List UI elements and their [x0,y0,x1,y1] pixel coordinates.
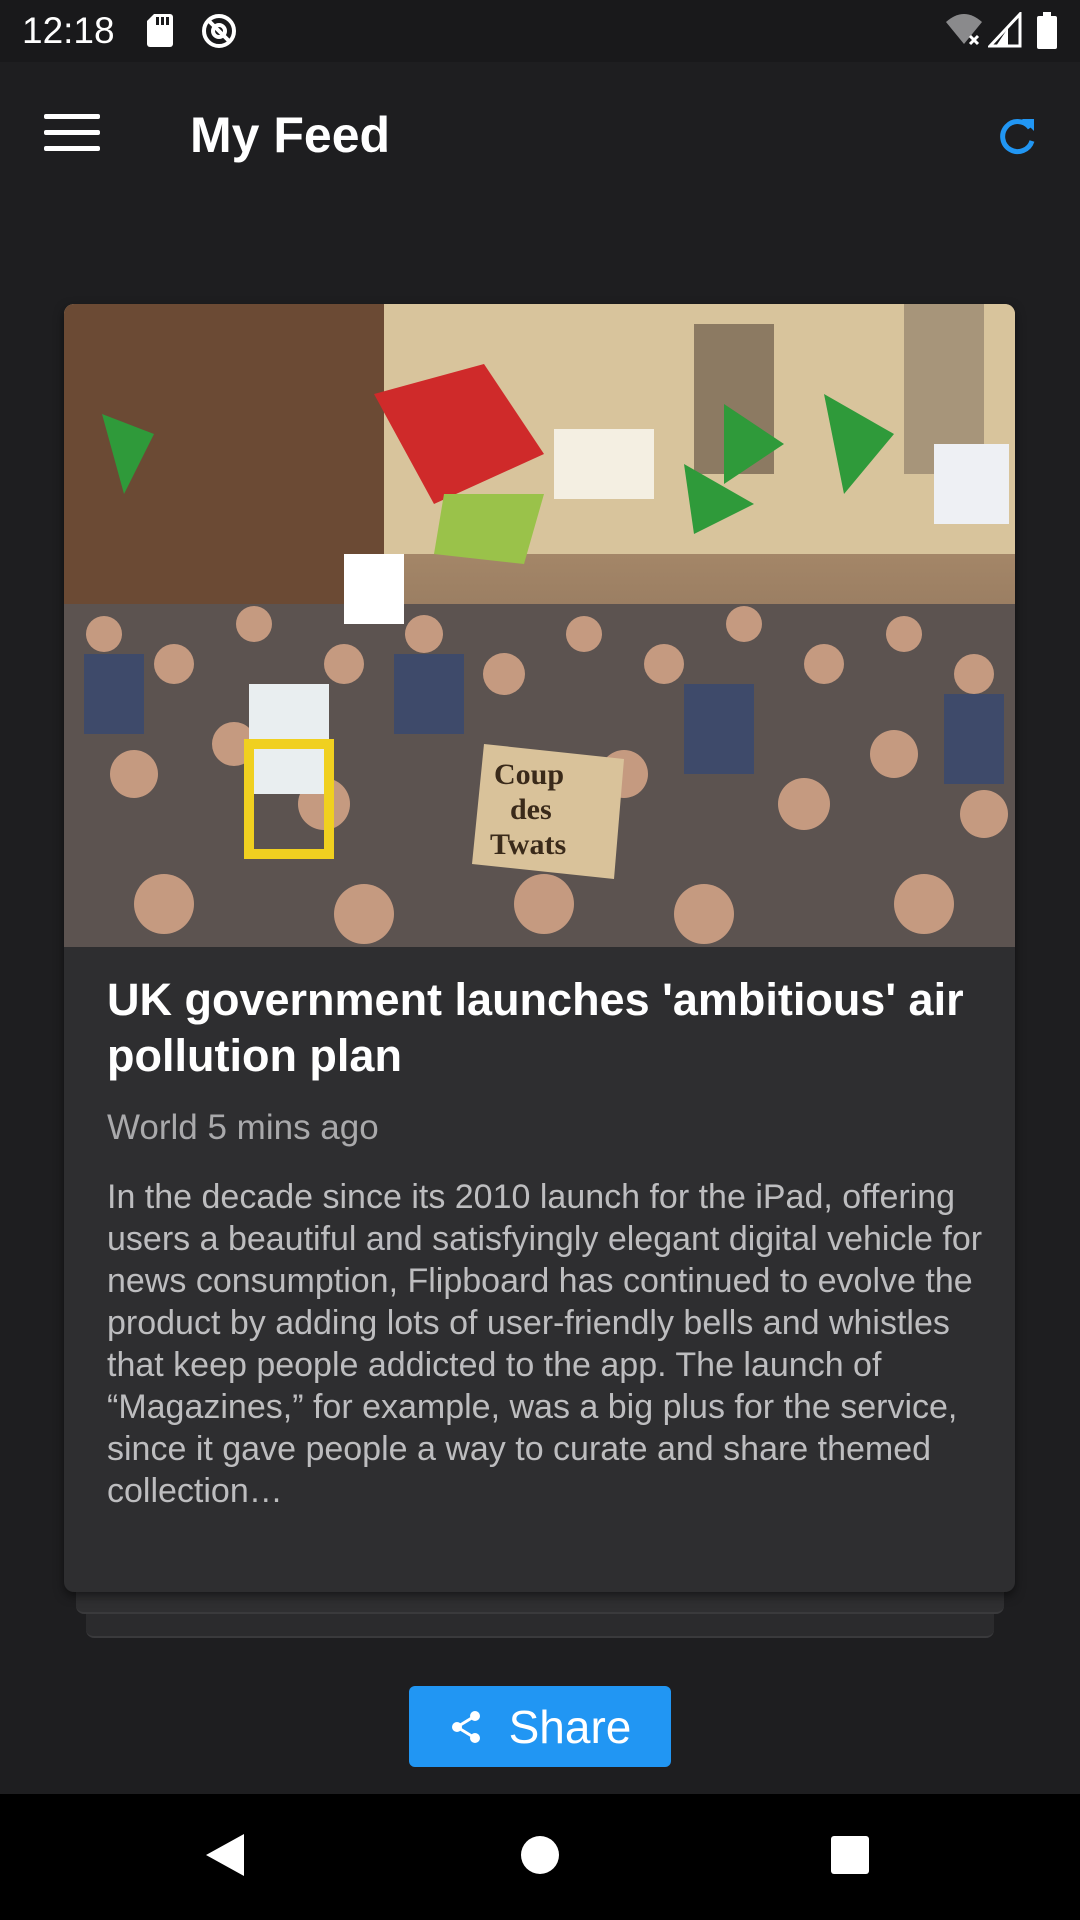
status-bar: 12:18 [0,0,1080,62]
hamburger-menu-icon[interactable] [44,114,100,158]
signal-icon [988,12,1022,48]
home-icon[interactable] [520,1835,560,1875]
article-image[interactable]: Coup des Twats [64,304,1015,947]
svg-text:Coup: Coup [494,758,564,791]
back-icon[interactable] [204,1832,246,1878]
article-headline[interactable]: UK government launches 'ambitious' air p… [107,972,977,1084]
article-summary: In the decade since its 2010 launch for … [107,1178,983,1510]
recents-icon[interactable] [830,1835,870,1875]
status-time: 12:18 [22,10,115,51]
article-meta: World 5 mins ago [107,1108,379,1147]
battery-icon [1037,12,1057,49]
svg-text:des: des [510,793,552,826]
share-label: Share [508,1700,632,1753]
app-bar: My Feed [0,62,1080,212]
sd-card-icon [147,14,173,47]
refresh-icon[interactable] [994,114,1040,160]
share-button[interactable]: Share [409,1686,671,1767]
system-nav-bar [0,1794,1080,1920]
svg-text:Twats: Twats [490,828,566,861]
wifi-off-icon [946,14,982,46]
share-icon [451,1710,480,1743]
page-title: My Feed [190,107,391,163]
article-card[interactable]: Coup des Twats UK government launches 'a… [64,304,1015,1592]
at-sign-icon [202,14,236,48]
